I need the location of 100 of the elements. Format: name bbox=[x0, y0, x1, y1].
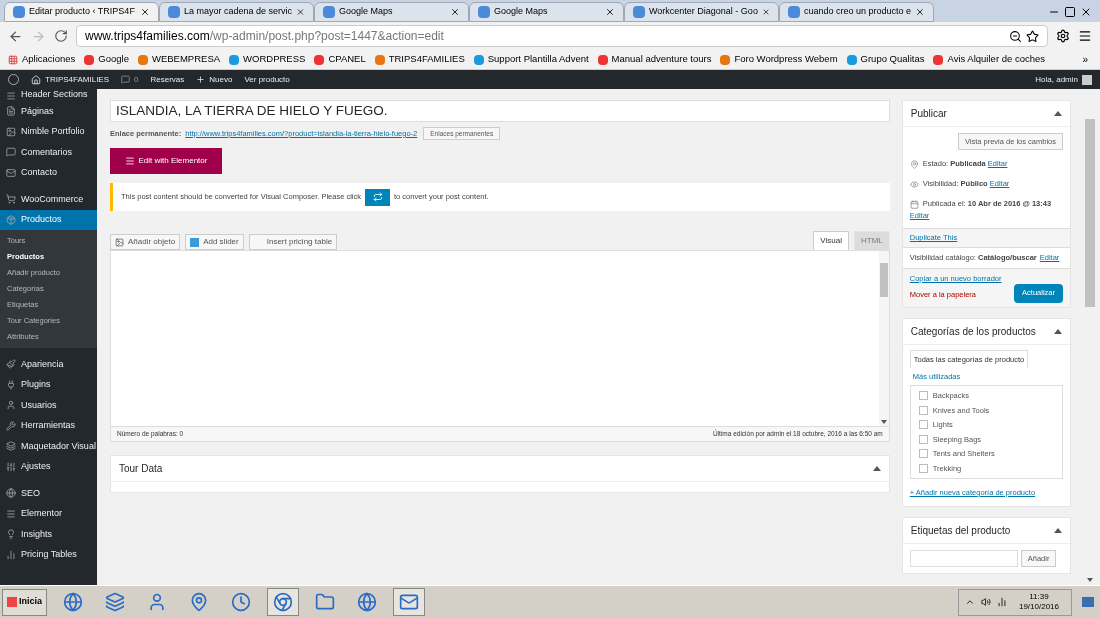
browser-tab[interactable]: Google Maps bbox=[469, 2, 624, 22]
browser-tab[interactable]: Workcenter Diagonal - Goo bbox=[624, 2, 779, 22]
browser-tab[interactable]: cuando creo un producto e bbox=[779, 2, 934, 22]
bookmark-link[interactable]: Manual adventure tours bbox=[597, 52, 712, 67]
sidebar-item[interactable]: Maquetador Visual bbox=[0, 436, 97, 457]
category-checkbox[interactable] bbox=[918, 405, 928, 415]
bookmark-link[interactable]: Foro Wordpress Webem bbox=[720, 52, 838, 67]
home-icon bbox=[31, 74, 41, 85]
browser-tab[interactable]: Google Maps bbox=[314, 2, 469, 22]
bookmark-link[interactable]: Avis Alquiler de coches bbox=[933, 52, 1045, 67]
close-icon[interactable] bbox=[915, 7, 925, 17]
sidebar-item[interactable]: SEO bbox=[0, 483, 97, 504]
browser-tab[interactable]: La mayor cadena de servic bbox=[159, 2, 314, 22]
sidebar-item[interactable]: Contacto bbox=[0, 162, 97, 183]
menu-item-icon bbox=[6, 461, 16, 472]
bookmark-star-icon[interactable] bbox=[1026, 29, 1039, 43]
admin-bar-link[interactable]: Ver producto bbox=[244, 73, 290, 86]
zoom-icon[interactable] bbox=[1009, 29, 1022, 43]
bookmark-link[interactable]: Grupo Qualitas bbox=[846, 52, 925, 67]
avatar-icon bbox=[1082, 74, 1092, 85]
collapse-icon[interactable] bbox=[1054, 528, 1063, 534]
category-checkbox[interactable] bbox=[918, 391, 928, 401]
menu-item-icon bbox=[6, 126, 16, 137]
start-button[interactable]: Inicia bbox=[2, 588, 47, 616]
more-bookmarks[interactable]: » bbox=[1082, 52, 1092, 67]
collapse-icon[interactable] bbox=[872, 466, 881, 471]
category-checkbox[interactable] bbox=[918, 434, 928, 444]
title-field[interactable]: ISLANDIA, LA TIERRA DE HIELO Y FUEGO. bbox=[110, 100, 890, 122]
bookmark-link[interactable]: WORDPRESS bbox=[229, 52, 306, 67]
menu-item-icon bbox=[6, 508, 16, 519]
app-glyph-icon bbox=[315, 592, 335, 612]
elementor-button[interactable]: Edit with Elementor bbox=[110, 148, 222, 174]
close-icon[interactable] bbox=[1080, 6, 1092, 18]
favicon-icon bbox=[229, 54, 240, 65]
app-glyph-icon bbox=[273, 592, 293, 612]
close-icon[interactable] bbox=[605, 7, 615, 17]
editor-scrollbar[interactable] bbox=[878, 251, 889, 426]
editor-mode-tab[interactable]: Visual bbox=[813, 231, 849, 250]
sidebar-item[interactable]: Herramientas bbox=[0, 415, 97, 436]
maximize-icon[interactable] bbox=[1064, 6, 1076, 18]
tray-expand-icon[interactable] bbox=[964, 597, 975, 607]
close-icon[interactable] bbox=[140, 7, 150, 17]
bookmark-link[interactable]: WEBEMPRESA bbox=[138, 52, 221, 67]
bookmark-link[interactable]: TRIPS4FAMILIES bbox=[374, 52, 465, 67]
bookmark-link[interactable]: Aplicaciones bbox=[8, 52, 76, 67]
favicon-icon bbox=[846, 54, 857, 65]
taskbar-app-icon[interactable] bbox=[267, 588, 299, 616]
tab-favicon-icon bbox=[478, 6, 490, 18]
admin-bar-link[interactable]: Nuevo bbox=[196, 73, 233, 86]
tag-input-field[interactable] bbox=[909, 550, 1018, 568]
reload-icon[interactable] bbox=[54, 29, 68, 43]
sidebar-item[interactable]: WooCommerce bbox=[0, 189, 97, 210]
site-link[interactable]: TRIPS4FAMILIES bbox=[31, 73, 110, 86]
back-icon[interactable] bbox=[8, 28, 23, 44]
app-glyph-icon bbox=[147, 592, 167, 612]
media-button[interactable]: Insert pricing table bbox=[248, 234, 338, 250]
close-icon[interactable] bbox=[450, 7, 460, 17]
favicon-icon bbox=[720, 54, 731, 65]
category-checkbox[interactable] bbox=[918, 463, 928, 473]
status-icon bbox=[909, 159, 919, 169]
collapse-icon[interactable] bbox=[1054, 111, 1063, 116]
metabox-title: Tour Data bbox=[119, 462, 163, 476]
media-button[interactable]: Add slider bbox=[185, 234, 244, 250]
browser-tab[interactable]: Editar producto ‹ TRIPS4F bbox=[4, 2, 159, 22]
account-link[interactable]: Hola, admin bbox=[1035, 73, 1092, 86]
collapse-icon[interactable] bbox=[1054, 328, 1063, 334]
sidebar-item[interactable]: Productos bbox=[0, 209, 97, 230]
close-icon[interactable] bbox=[761, 7, 770, 17]
admin-bar-link[interactable]: Reservas bbox=[150, 73, 185, 86]
volume-icon[interactable] bbox=[980, 597, 991, 607]
media-button[interactable]: Añadir objeto bbox=[110, 234, 181, 250]
category-checkbox[interactable] bbox=[918, 449, 928, 459]
sidebar-item[interactable]: Apariencia bbox=[0, 354, 97, 375]
menu-icon[interactable] bbox=[1078, 29, 1092, 43]
menu-item-icon bbox=[6, 359, 16, 370]
tab-favicon-icon bbox=[788, 6, 800, 18]
menu-item-icon bbox=[6, 488, 16, 499]
sidebar-item[interactable]: Pricing Tables bbox=[0, 544, 97, 565]
sidebar-item[interactable]: Usuarios bbox=[0, 395, 97, 416]
sidebar-item[interactable]: Insights bbox=[0, 524, 97, 545]
category-checkbox[interactable] bbox=[918, 420, 928, 430]
sidebar-item[interactable]: Elementor bbox=[0, 503, 97, 524]
bookmark-link[interactable]: Support Plantilla Advent bbox=[473, 52, 589, 67]
editor-mode-tab[interactable]: HTML bbox=[853, 231, 890, 250]
sidebar-item[interactable]: Header Sections bbox=[0, 89, 97, 101]
sidebar-item[interactable]: Plugins bbox=[0, 374, 97, 395]
bookmark-link[interactable]: CPANEL bbox=[314, 52, 366, 67]
address-field[interactable]: www.trips4families.com/wp-admin/post.php?post=1447&action=edit bbox=[76, 25, 1048, 47]
signal-icon[interactable] bbox=[996, 597, 1007, 607]
bookmark-link[interactable]: Google bbox=[84, 52, 129, 67]
apps-icon bbox=[8, 54, 18, 65]
settings-icon[interactable] bbox=[1056, 29, 1070, 43]
convert-button[interactable] bbox=[365, 188, 390, 206]
sidebar-item[interactable]: Páginas bbox=[0, 101, 97, 122]
slider-icon bbox=[190, 237, 200, 247]
sidebar-item[interactable]: Ajustes bbox=[0, 456, 97, 477]
sidebar-item[interactable]: Comentarios bbox=[0, 142, 97, 163]
sidebar-item[interactable]: Nimble Portfolio bbox=[0, 121, 97, 142]
comments-link[interactable]: 0 bbox=[121, 73, 139, 86]
taskbar-app-icon[interactable] bbox=[393, 588, 425, 616]
